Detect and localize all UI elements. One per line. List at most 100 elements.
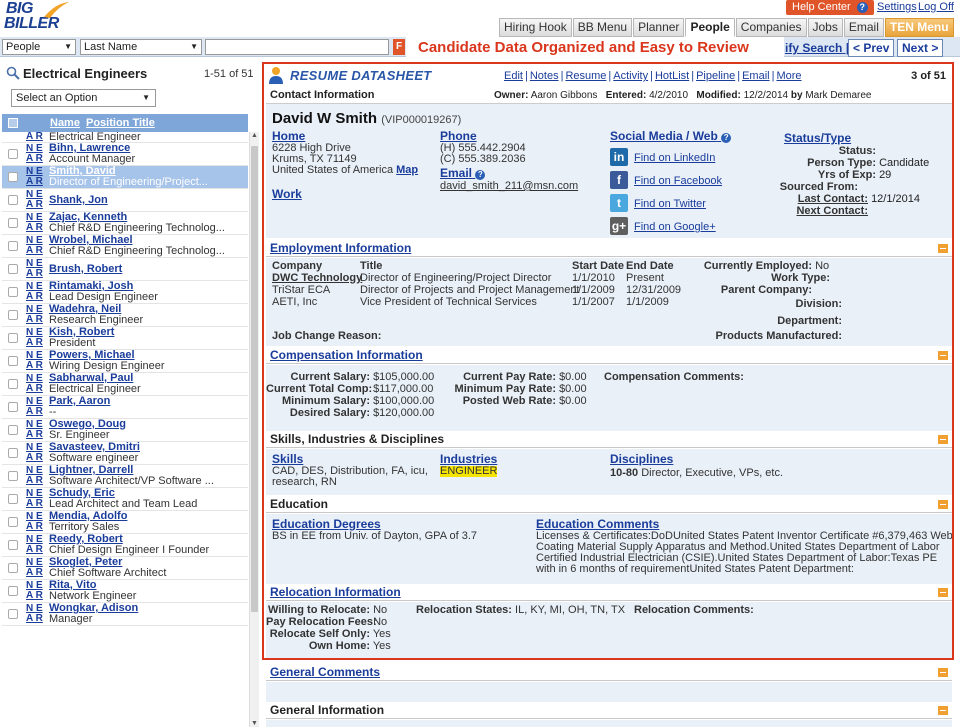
row-checkbox[interactable] <box>8 448 18 458</box>
list-item[interactable]: N EA R Rita, Vito Network Engineer <box>2 580 248 603</box>
row-checkbox[interactable] <box>8 425 18 435</box>
general-comments-heading[interactable]: General Comments <box>266 664 952 681</box>
company-link[interactable]: DWC Technology <box>272 273 362 284</box>
select-all-checkbox[interactable] <box>8 118 18 128</box>
find-on-linkedin-link[interactable]: Find on LinkedIn <box>634 152 715 164</box>
candidate-name-link[interactable]: Smith, David <box>49 166 116 177</box>
search-go-button[interactable]: F <box>393 39 405 55</box>
candidate-name-link[interactable]: Mendia, Adolfo <box>49 511 127 522</box>
tab-companies[interactable]: Companies <box>735 18 807 37</box>
ar-link[interactable]: A R <box>26 453 43 463</box>
list-item[interactable]: N EA R Zajac, Kenneth Chief R&D Engineerin… <box>2 212 248 235</box>
phone-link[interactable]: Phone <box>440 129 477 143</box>
list-item[interactable]: N EA R Wongkar, Adison Manager <box>2 603 248 626</box>
list-item-selected[interactable]: N EA R Smith, David Director of Engineerin… <box>2 166 248 189</box>
tab-hiring-hook[interactable]: Hiring Hook <box>499 18 572 37</box>
work-address-link[interactable]: Work <box>272 187 302 201</box>
candidate-name-link[interactable]: Wadehra, Neil <box>49 304 121 315</box>
candidate-name-link[interactable]: Kish, Robert <box>49 327 114 338</box>
ar-link[interactable]: A R <box>26 223 43 233</box>
list-item[interactable]: N EA R Lightner, Darrell Software Architec… <box>2 465 248 488</box>
resume-link[interactable]: Resume <box>565 70 606 82</box>
sort-by-position[interactable]: Position Title <box>86 114 155 132</box>
candidate-name-link[interactable]: Skoglet, Peter <box>49 557 122 568</box>
collapse-icon[interactable] <box>938 588 948 597</box>
collapse-icon[interactable] <box>938 435 948 444</box>
list-item[interactable]: N EA R Bihn, Lawrence Account Manager <box>2 143 248 166</box>
row-checkbox[interactable] <box>8 471 18 481</box>
ar-link[interactable]: A R <box>26 614 43 624</box>
tab-ten-menu[interactable]: TEN Menu <box>884 18 954 37</box>
help-center-button[interactable]: Help Center ? <box>786 0 874 15</box>
ar-link[interactable]: A R <box>26 154 43 164</box>
list-item[interactable]: N EA R Schudy, Eric Lead Architect and Tea… <box>2 488 248 511</box>
candidate-name-link[interactable]: Sabharwal, Paul <box>49 373 133 384</box>
list-item[interactable]: N EA R Rintamaki, Josh Lead Design Enginee… <box>2 281 248 304</box>
next-contact-link[interactable]: Next Contact: <box>770 205 868 217</box>
education-comments-link[interactable]: Education Comments <box>536 517 659 531</box>
collapse-icon[interactable] <box>938 500 948 509</box>
list-item[interactable]: N EA R Skoglet, Peter Chief Software Archi… <box>2 557 248 580</box>
candidate-name-link[interactable]: Schudy, Eric <box>49 488 115 499</box>
ar-link[interactable]: A R <box>26 132 43 142</box>
list-item[interactable]: N EA R Savasteev, Dmitri Software engineer <box>2 442 248 465</box>
ar-link[interactable]: A R <box>26 177 43 187</box>
row-checkbox[interactable] <box>8 379 18 389</box>
list-item[interactable]: N EA R Park, Aaron -- <box>2 396 248 419</box>
list-item[interactable]: N EA R Mendia, Adolfo Territory Sales <box>2 511 248 534</box>
row-checkbox[interactable] <box>8 402 18 412</box>
ar-link[interactable]: A R <box>26 384 43 394</box>
row-checkbox[interactable] <box>8 218 18 228</box>
compensation-heading[interactable]: Compensation Information <box>266 347 952 364</box>
tab-email[interactable]: Email <box>843 18 884 37</box>
notes-link[interactable]: Notes <box>530 70 559 82</box>
entity-select[interactable]: People ▼ <box>2 39 76 55</box>
candidate-name-link[interactable]: Bihn, Lawrence <box>49 143 130 154</box>
ar-link[interactable]: A R <box>26 200 43 210</box>
candidate-name-link[interactable]: Brush, Robert <box>49 264 122 275</box>
sort-by-name[interactable]: Name <box>50 114 80 132</box>
ar-link[interactable]: A R <box>26 545 43 555</box>
candidate-name-link[interactable]: Zajac, Kenneth <box>49 212 127 223</box>
ar-link[interactable]: A R <box>26 522 43 532</box>
row-checkbox[interactable] <box>8 540 18 550</box>
logoff-link[interactable]: Log Off <box>918 1 954 13</box>
ar-link[interactable]: A R <box>26 338 43 348</box>
ar-link[interactable]: A R <box>26 499 43 509</box>
search-input[interactable] <box>205 39 389 55</box>
hotlist-link[interactable]: HotList <box>655 70 689 82</box>
ar-link[interactable]: A R <box>26 269 43 279</box>
candidate-name-link[interactable]: Oswego, Doug <box>49 419 126 430</box>
collapse-icon[interactable] <box>938 668 948 677</box>
ar-link[interactable]: A R <box>26 361 43 371</box>
pipeline-link[interactable]: Pipeline <box>696 70 735 82</box>
more-link[interactable]: More <box>776 70 801 82</box>
row-checkbox[interactable] <box>8 264 18 274</box>
candidate-name-link[interactable]: Powers, Michael <box>49 350 135 361</box>
list-item[interactable]: N EA R Wrobel, Michael Chief R&D Engineeri… <box>2 235 248 258</box>
education-heading[interactable]: Education <box>266 496 952 513</box>
row-checkbox[interactable] <box>8 195 18 205</box>
skills-heading[interactable]: Skills, Industries & Disciplines <box>266 431 952 448</box>
next-button[interactable]: Next > <box>897 39 944 57</box>
ar-link[interactable]: A R <box>26 315 43 325</box>
collapse-icon[interactable] <box>938 351 948 360</box>
ar-link[interactable]: A R <box>26 591 43 601</box>
ar-link[interactable]: A R <box>26 476 43 486</box>
ar-link[interactable]: A R <box>26 430 43 440</box>
list-item[interactable]: N EA R Brush, Robert <box>2 258 248 281</box>
candidate-name-link[interactable]: Reedy, Robert <box>49 534 123 545</box>
scroll-up-icon[interactable]: ▲ <box>251 132 258 139</box>
row-checkbox[interactable] <box>8 517 18 527</box>
tab-jobs[interactable]: Jobs <box>807 18 843 37</box>
tab-planner[interactable]: Planner <box>633 18 685 37</box>
last-contact-link[interactable]: Last Contact: <box>770 193 868 205</box>
collapse-icon[interactable] <box>938 706 948 715</box>
map-link[interactable]: Map <box>396 164 418 176</box>
candidate-name-link[interactable]: Lightner, Darrell <box>49 465 133 476</box>
bulk-action-select[interactable]: Select an Option ▼ <box>11 89 156 107</box>
modify-search-link[interactable]: ify Search | <box>785 41 849 55</box>
find-on-facebook-link[interactable]: Find on Facebook <box>634 175 722 187</box>
email-link[interactable]: Email <box>742 70 770 82</box>
row-checkbox[interactable] <box>8 241 18 251</box>
